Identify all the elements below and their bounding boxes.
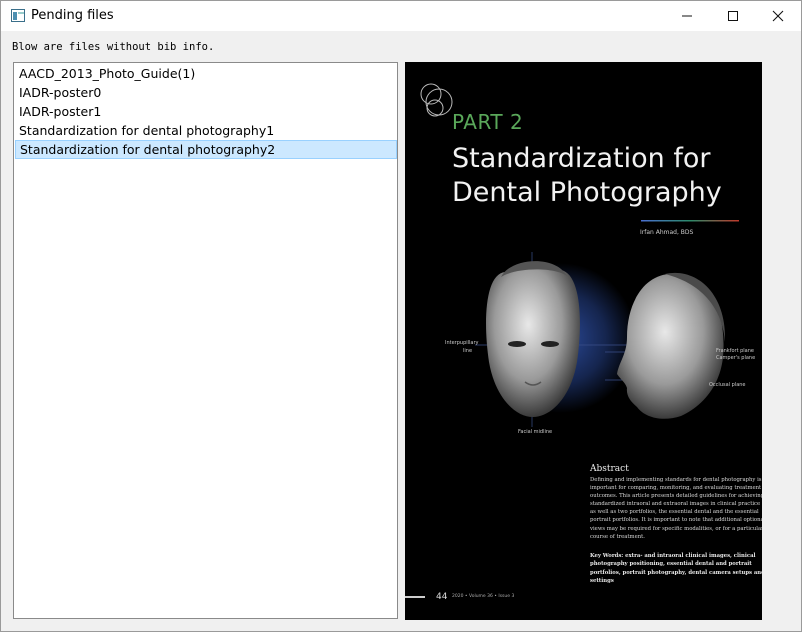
page-number: 44 xyxy=(436,592,448,602)
frankfort-label: Frankfort plane xyxy=(716,348,754,354)
profile-face xyxy=(617,272,726,419)
circles-logo xyxy=(420,83,453,117)
title-rule xyxy=(641,220,739,222)
article-title-line2: Dental Photography xyxy=(452,177,722,208)
minimize-button[interactable] xyxy=(664,1,710,31)
title-bar[interactable]: Pending files xyxy=(1,1,801,31)
interpupillary-label: Interpupillary xyxy=(445,340,479,346)
close-button[interactable] xyxy=(755,1,801,31)
abstract-line: Defining and implementing standards for … xyxy=(590,477,762,483)
occlusal-label: Occlusal plane xyxy=(709,382,746,388)
front-face xyxy=(486,261,580,417)
file-list[interactable]: AACD_2013_Photo_Guide(1) IADR-poster0 IA… xyxy=(13,62,398,619)
list-item-selected[interactable]: Standardization for dental photography2 xyxy=(15,140,397,159)
document-preview: PART 2 Standardization for Dental Photog… xyxy=(405,62,762,620)
maximize-icon xyxy=(728,11,738,21)
abstract-line: portrait portfolios. It is important to … xyxy=(590,517,762,524)
article-title-line1: Standardization for xyxy=(452,143,711,174)
abstract-line: outcomes. This article presents detailed… xyxy=(590,493,762,500)
abstract-body: Defining and implementing standards for … xyxy=(590,476,762,541)
list-item[interactable]: IADR-poster1 xyxy=(15,102,397,121)
campers-label: Camper's plane xyxy=(716,355,756,361)
abstract-line: standardized intraoral and extraoral ima… xyxy=(590,501,761,508)
abstract-line: as well as two portfolios, the essential… xyxy=(590,509,759,516)
pending-files-window: Pending files Blow are files without bib… xyxy=(0,0,802,632)
keywords-line: photography positioning, essential denta… xyxy=(590,561,752,568)
issue-info: 2020 • Volume 36 • Issue 3 xyxy=(452,594,515,599)
keywords-line: portfolios, portrait photography, dental… xyxy=(590,569,762,576)
abstract-line: course of treatment. xyxy=(590,533,645,540)
facial-midline-label: Facial midline xyxy=(518,429,553,435)
app-icon xyxy=(11,9,25,22)
close-icon xyxy=(772,10,784,22)
footer-rule xyxy=(405,596,425,598)
abstract-line: views may be required for specific modal… xyxy=(590,525,762,532)
keywords-line: Key Words: extra- and intraoral clinical… xyxy=(590,553,756,559)
window-title: Pending files xyxy=(31,8,114,23)
maximize-button[interactable] xyxy=(710,1,756,31)
info-caption: Blow are files without bib info. xyxy=(12,41,215,53)
author-name: Irfan Ahmad, BDS xyxy=(640,229,694,236)
interpupillary-label-line: line xyxy=(463,348,473,354)
list-item[interactable]: IADR-poster0 xyxy=(15,83,397,102)
part-label: PART 2 xyxy=(452,110,524,134)
abstract-heading: Abstract xyxy=(590,464,629,474)
abstract-line: important for comparing, monitoring, and… xyxy=(590,485,762,492)
list-item[interactable]: Standardization for dental photography1 xyxy=(15,121,397,140)
minimize-icon xyxy=(682,15,692,17)
keywords-block: Key Words: extra- and intraoral clinical… xyxy=(590,552,762,585)
list-item[interactable]: AACD_2013_Photo_Guide(1) xyxy=(15,64,397,83)
keywords-line: settings xyxy=(590,577,614,584)
